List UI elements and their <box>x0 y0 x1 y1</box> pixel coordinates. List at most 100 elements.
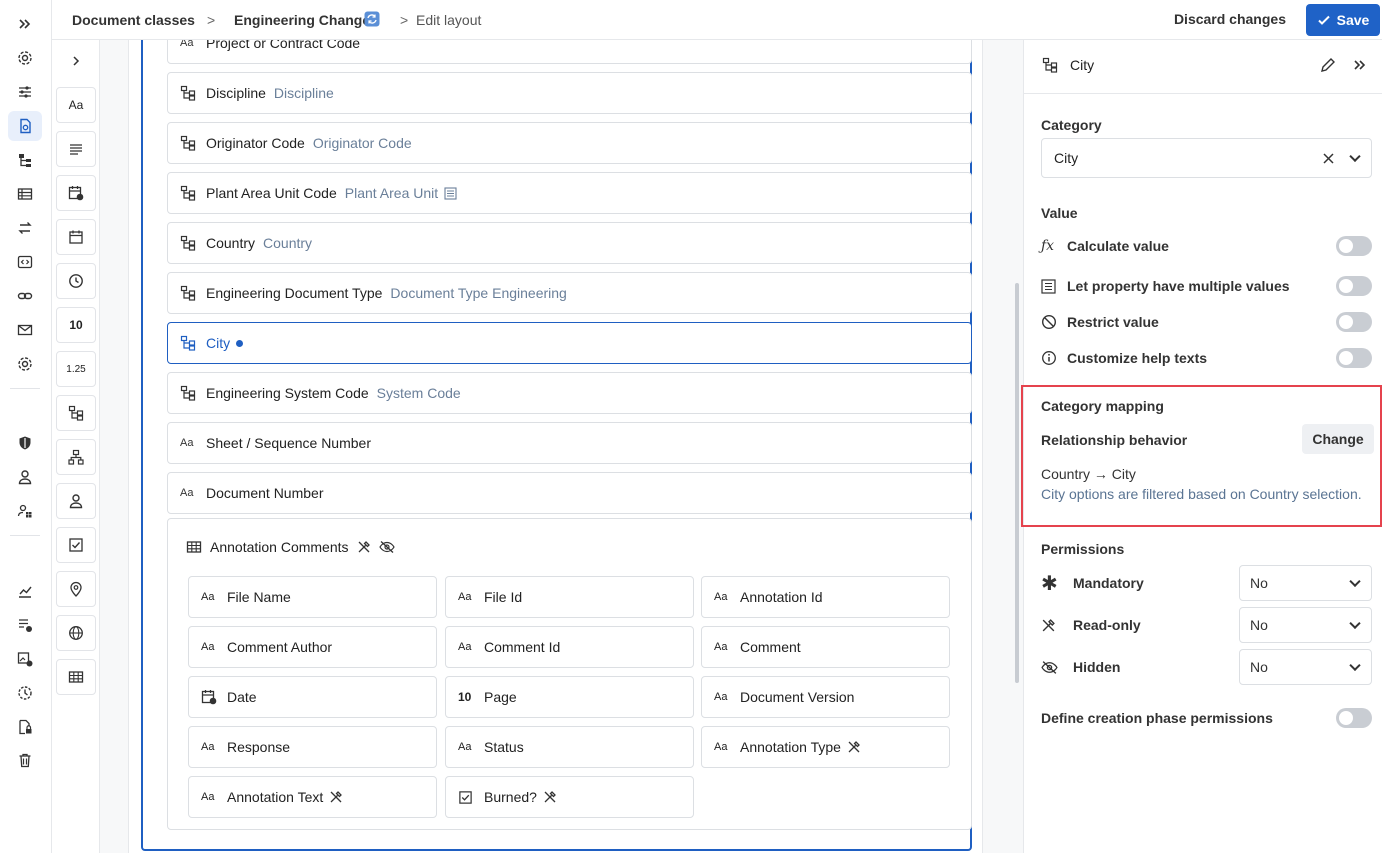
field-originator-code[interactable]: Originator Code Originator Code <box>167 122 972 164</box>
mandatory-select[interactable]: No <box>1239 565 1372 601</box>
chevron-down-icon <box>1349 150 1361 163</box>
code-icon[interactable] <box>8 247 42 277</box>
rail-divider <box>10 388 40 389</box>
clear-icon[interactable] <box>1322 152 1335 165</box>
user-group-icon[interactable] <box>8 496 42 526</box>
column-status[interactable]: Aa Status <box>445 726 694 768</box>
calculate-value-toggle[interactable] <box>1336 236 1372 256</box>
column-annotation-text[interactable]: Aa Annotation Text <box>188 776 437 818</box>
palette-integer-icon[interactable]: 10 <box>56 307 96 343</box>
save-button[interactable]: Save <box>1306 4 1380 36</box>
gear-icon[interactable] <box>8 349 42 379</box>
column-comment-author[interactable]: Aa Comment Author <box>188 626 437 668</box>
settings-icon[interactable] <box>8 43 42 73</box>
palette-paragraph-icon[interactable] <box>56 131 96 167</box>
trash-icon[interactable] <box>8 745 42 775</box>
mail-icon[interactable] <box>8 315 42 345</box>
field-project-or-contract-code[interactable]: Aa Project or Contract Code <box>167 40 972 64</box>
column-file-id[interactable]: Aa File Id <box>445 576 694 618</box>
image-clock-icon[interactable] <box>8 644 42 674</box>
field-country[interactable]: Country Country <box>167 222 972 264</box>
multiple-values-toggle[interactable] <box>1336 276 1372 296</box>
hierarchy-icon[interactable] <box>8 145 42 175</box>
column-annotation-id[interactable]: Aa Annotation Id <box>701 576 950 618</box>
expand-rail-icon[interactable] <box>8 9 42 39</box>
breadcrumb-document-classes[interactable]: Document classes <box>72 12 195 28</box>
column-response[interactable]: Aa Response <box>188 726 437 768</box>
canvas-scrollbar[interactable] <box>1015 283 1019 683</box>
column-comment-id[interactable]: Aa Comment Id <box>445 626 694 668</box>
group-title: Annotation Comments <box>186 539 395 555</box>
creation-phase-toggle[interactable] <box>1336 708 1372 728</box>
layout-board: Aa Project or Contract Code Discipline D… <box>128 40 983 853</box>
palette-calendar-icon[interactable] <box>56 219 96 255</box>
rail-divider <box>10 535 40 536</box>
panel-title: City <box>1070 57 1095 73</box>
column-date[interactable]: Date <box>188 676 437 718</box>
category-select[interactable]: City <box>1041 138 1372 178</box>
category-mapping-box: Category mapping Relationship behavior C… <box>1021 385 1382 527</box>
palette-date-time-icon[interactable] <box>56 175 96 211</box>
category-icon <box>180 185 198 201</box>
function-icon: ƒx <box>1041 238 1055 254</box>
palette-location-icon[interactable] <box>56 571 96 607</box>
analytics-icon[interactable] <box>8 576 42 606</box>
text-icon: Aa <box>458 641 472 653</box>
column-burned[interactable]: Burned? <box>445 776 694 818</box>
column-annotation-type[interactable]: Aa Annotation Type <box>701 726 950 768</box>
palette-category-icon[interactable] <box>56 395 96 431</box>
sliders-icon[interactable] <box>8 77 42 107</box>
layout-section[interactable]: Aa Project or Contract Code Discipline D… <box>141 40 972 851</box>
pencil-icon[interactable] <box>1320 57 1336 73</box>
read-only-select[interactable]: No <box>1239 607 1372 643</box>
field-city[interactable]: City <box>167 322 972 364</box>
restrict-value-toggle[interactable] <box>1336 312 1372 332</box>
field-engineering-document-type[interactable]: Engineering Document Type Document Type … <box>167 272 972 314</box>
palette-user-icon[interactable] <box>56 483 96 519</box>
column-comment[interactable]: Aa Comment <box>701 626 950 668</box>
table-list-icon[interactable] <box>8 179 42 209</box>
text-icon: Aa <box>714 741 728 753</box>
field-document-number[interactable]: Aa Document Number <box>167 472 972 514</box>
collapse-panel-icon[interactable] <box>1352 57 1368 73</box>
document-settings-icon[interactable] <box>8 111 42 141</box>
column-page[interactable]: 10 Page <box>445 676 694 718</box>
field-plant-area-unit-code[interactable]: Plant Area Unit Code Plant Area Unit <box>167 172 972 214</box>
group-annotation-comments[interactable]: Annotation Comments Aa File Name Aa File… <box>167 518 972 830</box>
swap-icon[interactable] <box>8 213 42 243</box>
expand-palette-icon[interactable] <box>56 46 96 76</box>
field-sheet-sequence-number[interactable]: Aa Sheet / Sequence Number <box>167 422 972 464</box>
check-icon <box>1317 15 1330 25</box>
block-icon <box>1041 314 1059 330</box>
hidden-select[interactable]: No <box>1239 649 1372 685</box>
palette-checkbox-icon[interactable] <box>56 527 96 563</box>
read-only-icon <box>847 740 861 754</box>
info-icon <box>1041 350 1059 366</box>
asterisk-icon: ✱ <box>1041 572 1058 595</box>
palette-table-icon[interactable] <box>56 659 96 695</box>
lock-document-icon[interactable] <box>8 712 42 742</box>
read-only-icon <box>329 790 343 804</box>
hidden-icon <box>1041 660 1059 675</box>
read-only-icon <box>357 540 371 554</box>
field-engineering-system-code[interactable]: Engineering System Code System Code <box>167 372 972 414</box>
user-icon[interactable] <box>8 462 42 492</box>
discard-changes-button[interactable]: Discard changes <box>1174 11 1286 27</box>
shield-icon[interactable] <box>8 428 42 458</box>
help-texts-toggle[interactable] <box>1336 348 1372 368</box>
palette-decimal-icon[interactable]: 1.25 <box>56 351 96 387</box>
column-document-version[interactable]: Aa Document Version <box>701 676 950 718</box>
link-icon[interactable] <box>8 281 42 311</box>
field-discipline[interactable]: Discipline Discipline <box>167 72 972 114</box>
palette-hierarchy-icon[interactable] <box>56 439 96 475</box>
palette-globe-icon[interactable] <box>56 615 96 651</box>
text-icon: Aa <box>201 741 215 753</box>
palette-clock-icon[interactable] <box>56 263 96 299</box>
column-file-name[interactable]: Aa File Name <box>188 576 437 618</box>
change-button[interactable]: Change <box>1302 424 1374 454</box>
list-clock-icon[interactable] <box>8 610 42 640</box>
breadcrumb-engineering-change[interactable]: Engineering Change <box>234 12 370 28</box>
chevron-down-icon <box>1349 617 1361 630</box>
history-icon[interactable] <box>8 678 42 708</box>
palette-text-icon[interactable]: Aa <box>56 87 96 123</box>
